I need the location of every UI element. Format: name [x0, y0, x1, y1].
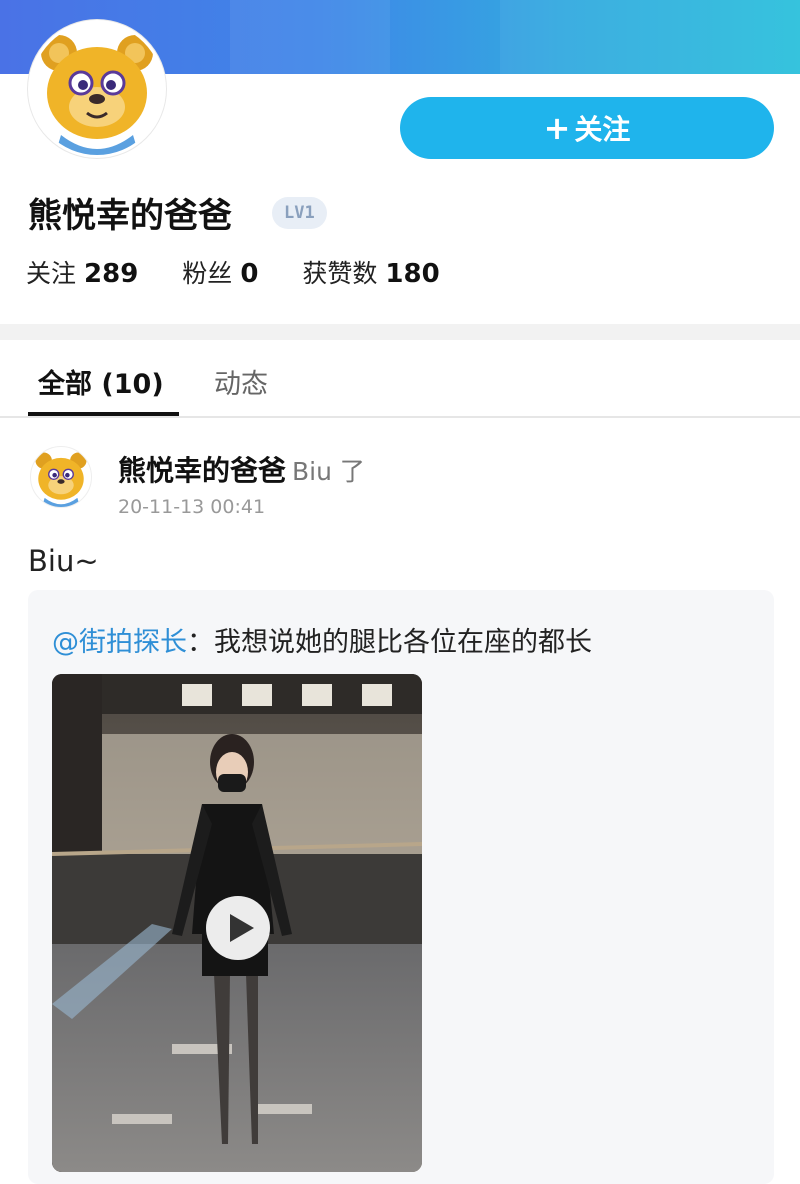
- play-icon[interactable]: [204, 894, 272, 962]
- stat-label: 关注: [26, 259, 77, 288]
- quote-separator: ：: [187, 627, 214, 658]
- stat-value: 289: [84, 259, 139, 289]
- stat-label: 粉丝: [182, 259, 233, 288]
- bear-avatar-icon: [41, 35, 153, 155]
- stat-label: 获赞数: [302, 259, 378, 288]
- section-divider: [0, 324, 800, 340]
- follow-button[interactable]: + 关注: [400, 97, 774, 159]
- stat-value: 0: [240, 259, 259, 289]
- quoted-post[interactable]: @街拍探长：我想说她的腿比各位在座的都长: [28, 590, 774, 1184]
- profile-username: 熊悦幸的爸爸: [28, 196, 232, 236]
- profile-stats: 关注 289 粉丝 0 获赞数 180: [26, 254, 484, 290]
- content-tabs: 全部 (10) 动态: [0, 340, 800, 418]
- post-text: Biu~: [28, 544, 99, 578]
- tab-dynamic[interactable]: 动态: [214, 362, 268, 401]
- profile-avatar[interactable]: [28, 20, 166, 158]
- bear-avatar-icon: [35, 452, 87, 507]
- video-thumbnail[interactable]: [52, 674, 422, 1172]
- stat-following[interactable]: 关注 289: [26, 254, 138, 290]
- post-timestamp: 20-11-13 00:41: [118, 496, 266, 518]
- quoted-post-text: @街拍探长：我想说她的腿比各位在座的都长: [52, 620, 592, 659]
- active-tab-indicator: [28, 412, 179, 416]
- plus-icon: +: [543, 109, 571, 147]
- level-badge: LV1: [272, 197, 327, 229]
- tab-all[interactable]: 全部 (10): [38, 362, 164, 401]
- stat-likes: 获赞数 180: [302, 254, 439, 290]
- post-action: Biu 了: [292, 457, 365, 486]
- stat-value: 180: [385, 259, 440, 289]
- mention-link[interactable]: @街拍探长: [52, 627, 187, 658]
- stat-fans[interactable]: 粉丝 0: [182, 254, 258, 290]
- post-author-avatar[interactable]: [30, 446, 92, 508]
- quote-body: 我想说她的腿比各位在座的都长: [214, 627, 592, 658]
- post-header: 熊悦幸的爸爸 Biu 了: [118, 449, 365, 489]
- follow-button-label: 关注: [574, 113, 631, 146]
- post-author-name[interactable]: 熊悦幸的爸爸: [118, 454, 286, 487]
